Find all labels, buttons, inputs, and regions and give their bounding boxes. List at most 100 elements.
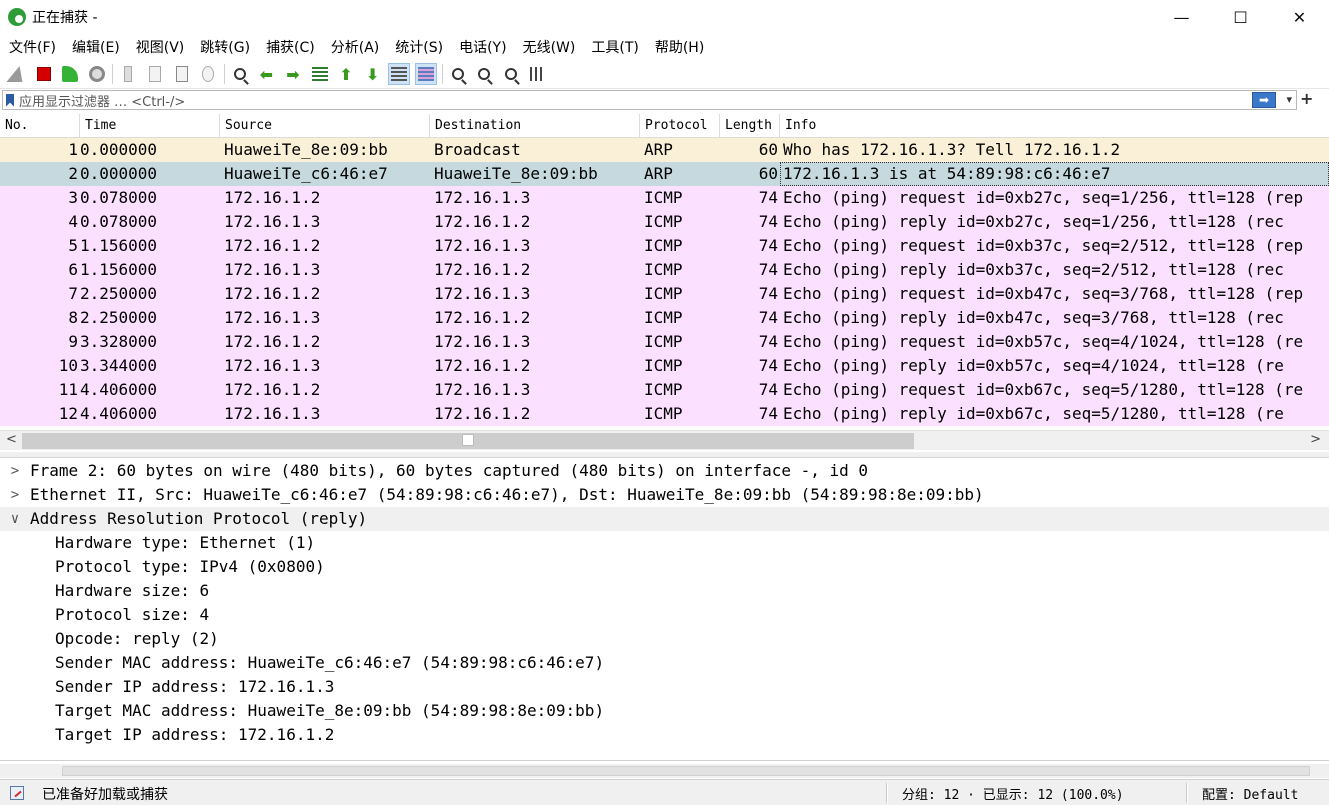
close-file-icon[interactable] [171,63,193,85]
packet-row[interactable]: 1 0.000000 HuaweiTe_8e:09:bb Broadcast ARP 60… [0,138,1329,162]
minimize-button[interactable]: — [1152,0,1211,34]
bytes-hscrollbar[interactable] [0,764,1329,778]
apply-filter-button[interactable]: ➡ [1252,92,1276,108]
packet-length: 60 [758,164,778,183]
scroll-thumb-grip [462,434,474,446]
menu-capture[interactable]: 捕获(C) [261,37,320,57]
menu-go[interactable]: 跳转(G) [195,37,255,57]
arp-field-label: Hardware size: 6 [55,581,210,600]
column-header-length[interactable]: Length [720,114,780,137]
packet-row[interactable]: 12 4.406000 172.16.1.3 172.16.1.2 ICMP 74 Echo… [0,402,1329,426]
menu-telephony[interactable]: 电话(Y) [454,37,511,57]
packet-list: No. Time Source Destination Protocol Len… [0,114,1329,426]
go-forward-icon[interactable]: ➡ [282,63,304,85]
restart-capture-icon[interactable] [59,63,81,85]
packet-row[interactable]: 3 0.078000 172.16.1.2 172.16.1.3 ICMP 74 Echo … [0,186,1329,210]
menu-edit[interactable]: 编辑(E) [67,37,125,57]
collapsed-chevron-icon[interactable]: > [8,483,22,507]
go-first-icon[interactable]: ⬆ [335,63,357,85]
toolbar-separator [112,64,114,84]
packet-row[interactable]: 5 1.156000 172.16.1.2 172.16.1.3 ICMP 74 Echo … [0,234,1329,258]
packet-row[interactable]: 2 0.000000 HuaweiTe_c6:46:e7 HuaweiTe_8e:09… [0,162,1329,186]
menu-help[interactable]: 帮助(H) [650,37,709,57]
packet-row[interactable]: 4 0.078000 172.16.1.3 172.16.1.2 ICMP 74 Echo … [0,210,1329,234]
scroll-thumb[interactable] [62,766,1310,776]
column-header-no[interactable]: No. [0,114,80,137]
packet-list-hscrollbar[interactable]: < > [0,430,1329,450]
packet-protocol: ARP [644,140,673,159]
save-file-icon[interactable] [144,63,166,85]
maximize-button[interactable]: ☐ [1211,0,1270,34]
add-filter-button-icon[interactable]: + [1300,89,1313,108]
arp-field[interactable]: Target IP address: 172.16.1.2 [0,723,1329,747]
go-to-packet-icon[interactable] [309,63,331,85]
autoscroll-icon[interactable] [388,63,411,85]
arp-field[interactable]: Hardware type: Ethernet (1) [0,531,1329,555]
menu-file[interactable]: 文件(F) [4,37,61,57]
go-last-icon[interactable]: ⬇ [362,63,384,85]
packet-length: 74 [758,260,778,279]
reload-file-icon[interactable] [197,63,219,85]
arp-field[interactable]: Protocol size: 4 [0,603,1329,627]
tree-item-frame[interactable]: > Frame 2: 60 bytes on wire (480 bits), … [0,459,1329,483]
status-profile[interactable]: 配置: Default [1202,784,1298,803]
arp-field[interactable]: Sender MAC address: HuaweiTe_c6:46:e7 (5… [0,651,1329,675]
display-filter-bar[interactable]: 应用显示过滤器 … <Ctrl-/> ➡ ▾ [2,90,1297,110]
packet-row[interactable]: 6 1.156000 172.16.1.3 172.16.1.2 ICMP 74 Echo … [0,258,1329,282]
packet-no: 4 [68,212,78,231]
packet-row[interactable]: 8 2.250000 172.16.1.3 172.16.1.2 ICMP 74 Echo … [0,306,1329,330]
capture-options-icon[interactable] [86,63,108,85]
open-file-icon[interactable] [117,63,139,85]
pane-splitter[interactable] [0,452,1329,458]
expert-info-icon[interactable] [10,785,24,800]
find-packet-icon[interactable] [229,63,251,85]
tree-item-arp[interactable]: ∨ Address Resolution Protocol (reply) [0,507,1329,531]
zoom-out-icon[interactable] [473,63,495,85]
bookmark-icon[interactable] [6,93,14,107]
arp-field[interactable]: Sender IP address: 172.16.1.3 [0,675,1329,699]
arp-field[interactable]: Opcode: reply (2) [0,627,1329,651]
packet-details: > Frame 2: 60 bytes on wire (480 bits), … [0,459,1329,759]
packet-protocol: ICMP [644,212,683,231]
packet-time: 0.078000 [80,212,158,231]
packet-row[interactable]: 11 4.406000 172.16.1.2 172.16.1.3 ICMP 74 Echo… [0,378,1329,402]
menu-view[interactable]: 视图(V) [131,37,190,57]
packet-protocol: ICMP [644,284,683,303]
tree-item-label: Ethernet II, Src: HuaweiTe_c6:46:e7 (54:… [30,485,984,504]
menu-tools[interactable]: 工具(T) [586,37,643,57]
tree-item-ethernet[interactable]: > Ethernet II, Src: HuaweiTe_c6:46:e7 (5… [0,483,1329,507]
start-capture-icon[interactable] [6,63,28,85]
arp-field[interactable]: Protocol type: IPv4 (0x0800) [0,555,1329,579]
packet-source: 172.16.1.2 [224,236,321,255]
menu-statistics[interactable]: 统计(S) [390,37,448,57]
arp-field[interactable]: Target MAC address: HuaweiTe_8e:09:bb (5… [0,699,1329,723]
resize-columns-icon[interactable] [526,63,548,85]
menu-analyze[interactable]: 分析(A) [326,37,385,57]
packet-row[interactable]: 7 2.250000 172.16.1.2 172.16.1.3 ICMP 74 Echo … [0,282,1329,306]
scroll-left-icon[interactable]: < [6,432,17,447]
packet-time: 2.250000 [80,284,158,303]
close-button[interactable]: ✕ [1270,0,1329,34]
collapsed-chevron-icon[interactable]: > [8,459,22,483]
packet-row[interactable]: 10 3.344000 172.16.1.3 172.16.1.2 ICMP 74 Echo… [0,354,1329,378]
expanded-chevron-icon[interactable]: ∨ [8,507,22,531]
go-back-icon[interactable]: ⬅ [255,63,277,85]
filter-history-dropdown[interactable]: ▾ [1286,91,1292,109]
zoom-normal-icon[interactable] [500,63,522,85]
arp-field[interactable]: Hardware size: 6 [0,579,1329,603]
zoom-in-icon[interactable] [447,63,469,85]
display-filter-input[interactable]: 应用显示过滤器 … <Ctrl-/> [19,91,185,110]
colorize-icon[interactable] [414,63,437,85]
stop-capture-icon[interactable] [33,63,55,85]
menu-wireless[interactable]: 无线(W) [518,37,581,57]
scroll-right-icon[interactable]: > [1310,432,1321,447]
arp-field-label: Protocol size: 4 [55,605,210,624]
column-header-info[interactable]: Info [780,114,1329,137]
column-header-source[interactable]: Source [220,114,430,137]
column-header-destination[interactable]: Destination [430,114,640,137]
column-header-time[interactable]: Time [80,114,220,137]
packet-row[interactable]: 9 3.328000 172.16.1.2 172.16.1.3 ICMP 74 Echo … [0,330,1329,354]
packet-no: 12 [58,404,78,423]
packet-time: 3.344000 [80,356,158,375]
column-header-protocol[interactable]: Protocol [640,114,720,137]
